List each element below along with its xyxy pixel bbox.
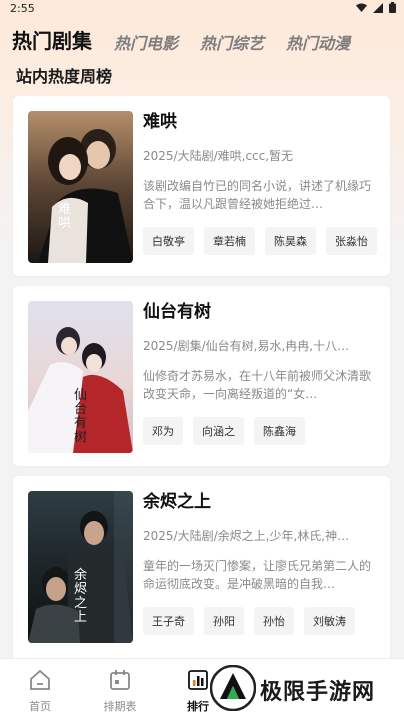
wifi-icon [356, 3, 367, 16]
cast-tags: 白敬亭 章若楠 陈昊森 张淼怡 [143, 227, 379, 255]
cast-tag[interactable]: 邓为 [143, 417, 183, 445]
drama-meta: 2025/大陆剧/难哄,ccc,暂无 [143, 149, 294, 163]
cast-tag[interactable]: 孙阳 [204, 607, 244, 635]
cast-tags: 邓为 向涵之 陈鑫海 [143, 417, 379, 445]
status-time: 2:55 [10, 2, 35, 15]
cast-tag[interactable]: 王子奇 [143, 607, 194, 635]
cast-tag[interactable]: 孙怡 [254, 607, 294, 635]
section-title: 站内热度周榜 [16, 67, 113, 86]
calendar-icon [109, 670, 131, 695]
nav-label: 首页 [29, 700, 51, 713]
home-icon [29, 669, 51, 695]
poster-image[interactable]: 仙台有树 [28, 301, 133, 453]
drama-card[interactable]: 难哄 难哄 2025/大陆剧/难哄,ccc,暂无 该剧改编自竹已的同名小说，讲述… [13, 96, 390, 276]
poster-image[interactable]: 余烬之上 [28, 491, 133, 643]
poster-title: 余烬之上 [74, 568, 88, 625]
drama-card[interactable]: 仙台有树 仙台有树 2025/剧集/仙台有树,易水,冉冉,十八… 仙修奇才苏易水… [13, 286, 390, 466]
drama-meta: 2025/剧集/仙台有树,易水,冉冉,十八… [143, 339, 350, 353]
cast-tag[interactable]: 陈鑫海 [254, 417, 305, 445]
drama-title: 余烬之上 [143, 492, 211, 512]
cast-tag[interactable]: 章若楠 [204, 227, 255, 255]
drama-title: 仙台有树 [143, 302, 211, 322]
watermark-logo-icon [209, 664, 257, 715]
cast-tag[interactable]: 白敬亭 [143, 227, 194, 255]
signal-icon [373, 2, 383, 16]
drama-title: 难哄 [143, 112, 177, 132]
tab-hot-movies[interactable]: 热门电影 [114, 30, 178, 54]
tab-hot-series[interactable]: 热门剧集 [12, 25, 92, 54]
poster-image[interactable]: 难哄 [28, 111, 133, 263]
status-bar: 2:55 [0, 0, 404, 18]
nav-label: 排期表 [103, 700, 137, 713]
category-tabs: 热门剧集 热门电影 热门综艺 热门动漫 [12, 24, 404, 54]
poster-title: 难哄 [58, 202, 72, 231]
watermark: 极限手游网 [209, 660, 404, 720]
cast-tag[interactable]: 陈昊森 [265, 227, 316, 255]
nav-home[interactable]: 首页 [10, 669, 70, 714]
battery-icon [389, 2, 396, 16]
drama-card[interactable]: 余烬之上 余烬之上 2025/大陆剧/余烬之上,少年,林氏,神… 童年的一场灭门… [13, 476, 390, 661]
drama-meta: 2025/大陆剧/余烬之上,少年,林氏,神… [143, 529, 350, 543]
cast-tags: 王子奇 孙阳 孙怡 刘敏涛 [143, 607, 379, 635]
nav-schedule[interactable]: 排期表 [90, 669, 150, 714]
drama-description: 仙修奇才苏易水，在十八年前被师父沐清歌改变天命，一向离经叛道的“女… [143, 369, 372, 401]
ranking-icon [187, 670, 209, 695]
tab-hot-anime[interactable]: 热门动漫 [286, 30, 350, 54]
drama-description: 该剧改编自竹已的同名小说，讲述了机缘巧合下，温以凡跟曾经被她拒绝过… [143, 179, 372, 211]
cast-tag[interactable]: 刘敏涛 [304, 607, 355, 635]
cast-tag[interactable]: 张淼怡 [326, 227, 377, 255]
drama-description: 童年的一场灭门惨案，让廖氏兄弟第二人的命运彻底改变。是冲破黑暗的自我… [143, 559, 372, 591]
tab-hot-variety[interactable]: 热门综艺 [200, 30, 264, 54]
cast-tag[interactable]: 向涵之 [193, 417, 244, 445]
watermark-text: 极限手游网 [260, 680, 376, 705]
poster-title: 仙台有树 [74, 388, 88, 445]
